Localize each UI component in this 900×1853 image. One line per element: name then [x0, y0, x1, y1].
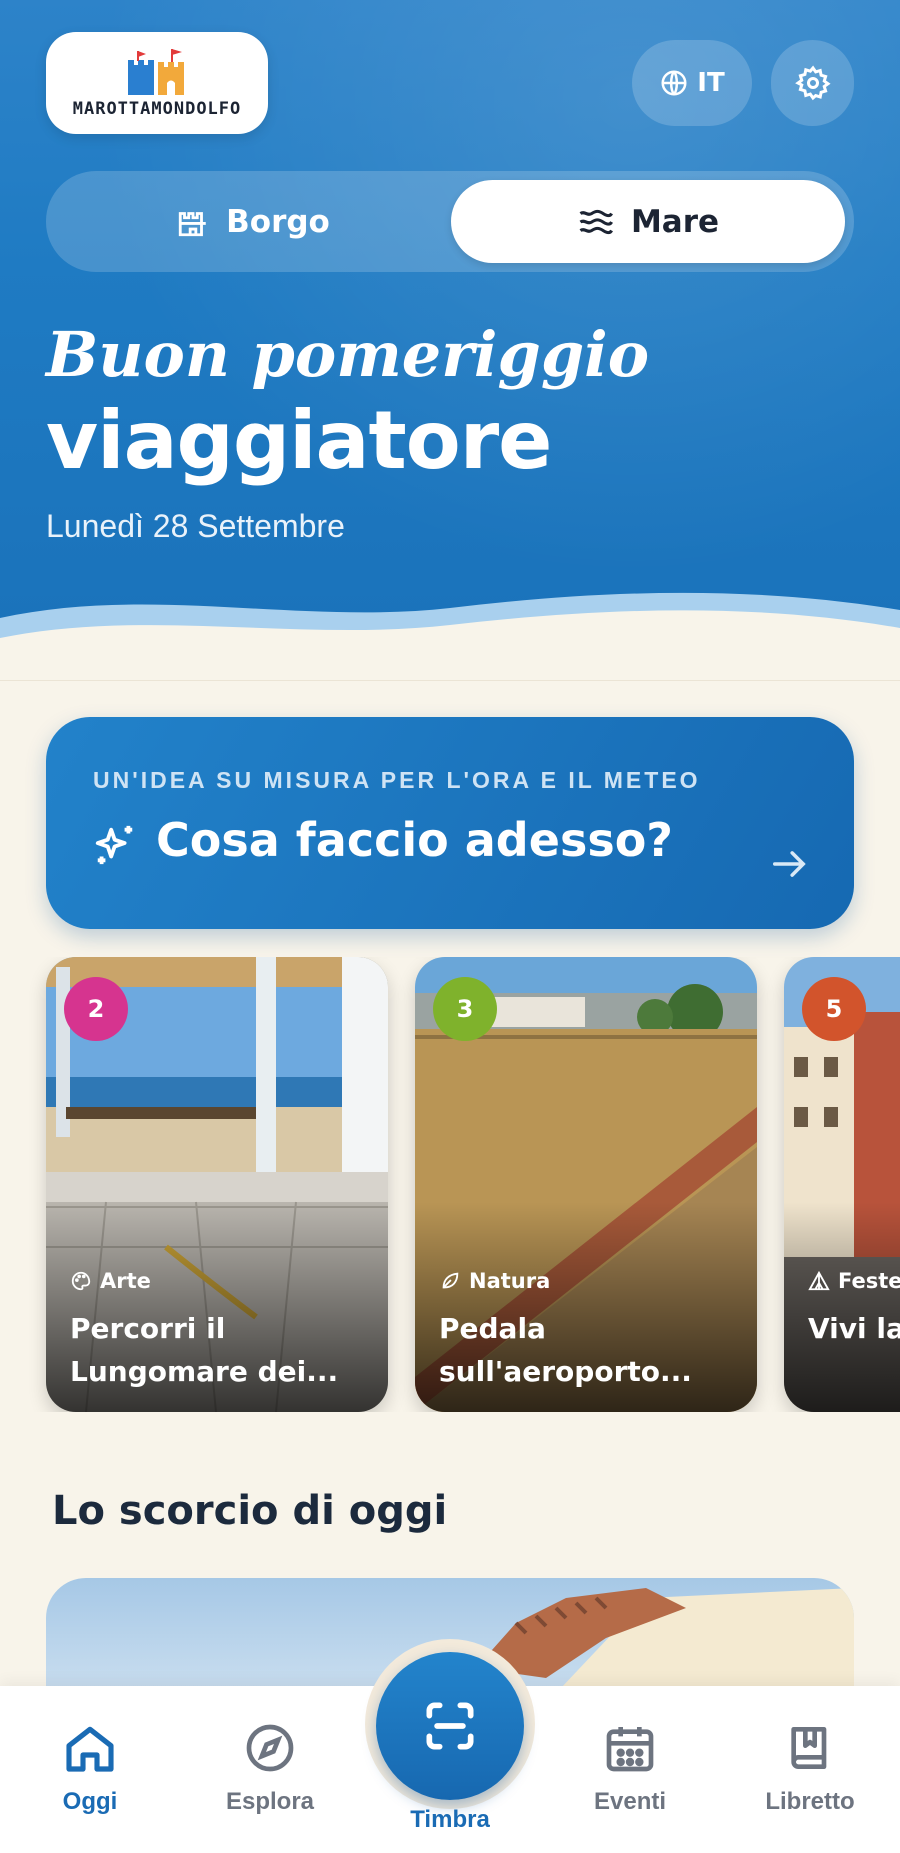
card-category: Arte: [70, 1269, 151, 1293]
calendar-icon: [606, 1727, 654, 1772]
greeting-line2: viaggiatore: [46, 394, 552, 487]
toggle-borgo-label: Borgo: [226, 203, 330, 240]
card-category-label: Feste: [838, 1269, 900, 1293]
card-category: Feste: [808, 1269, 900, 1293]
scan-icon: [426, 1702, 474, 1750]
compass-icon: [246, 1724, 294, 1772]
sparkles-icon: [95, 825, 133, 865]
suggestion-card[interactable]: 3 Natura Pedala sull'aeroporto...: [415, 957, 757, 1412]
idea-card[interactable]: UN'IDEA SU MISURA PER L'ORA E IL METEO C…: [46, 717, 854, 929]
app-logo[interactable]: MAROTTAMONDOLFO: [46, 32, 268, 134]
greeting-line1: Buon pomeriggio: [46, 318, 650, 391]
home-icon: [66, 1726, 114, 1772]
nav-libretto[interactable]: Libretto: [740, 1720, 880, 1816]
gear-icon: [794, 65, 831, 101]
language-label: IT: [697, 68, 725, 98]
wave-decoration: [0, 592, 900, 660]
nav-esplora[interactable]: Esplora: [200, 1720, 340, 1816]
leaf-icon: [442, 1272, 459, 1289]
toggle-mare-label: Mare: [630, 203, 720, 240]
nav-timbra-label: Timbra: [410, 1806, 490, 1833]
nav-label: Oggi: [62, 1788, 118, 1815]
card-title: Pedala sull'aeroporto...: [439, 1312, 692, 1388]
card-number-badge: 2: [64, 977, 128, 1041]
idea-kicker: UN'IDEA SU MISURA PER L'ORA E IL METEO: [93, 767, 701, 793]
card-title: Vivi la Marotta...: [808, 1312, 900, 1345]
suggestion-card[interactable]: 2 Arte Percorri il Lungomare dei...: [46, 957, 388, 1412]
globe-icon: [661, 70, 687, 96]
waves-icon: [579, 209, 613, 234]
tent-icon: [808, 1270, 830, 1291]
logo-text: MAROTTAMONDOLFO: [72, 99, 242, 119]
nav-label: Esplora: [225, 1788, 315, 1815]
card-number-badge: 3: [433, 977, 497, 1041]
nav-label: Eventi: [593, 1788, 667, 1815]
arrow-right-icon: [773, 851, 806, 877]
greeting-date: Lunedì 28 Settembre: [46, 508, 345, 544]
nav-label: Libretto: [765, 1788, 855, 1815]
castle-icon: [178, 211, 206, 236]
card-category: Natura: [439, 1269, 550, 1293]
nav-oggi[interactable]: Oggi: [20, 1720, 160, 1816]
toggle-borgo[interactable]: Borgo: [56, 180, 450, 263]
card-title: Percorri il Lungomare dei...: [70, 1312, 339, 1388]
book-icon: [791, 1727, 827, 1769]
card-category-label: Natura: [469, 1269, 551, 1293]
card-category-label: Arte: [100, 1269, 151, 1293]
idea-title: Cosa faccio adesso?: [156, 813, 673, 867]
section-title: Lo scorcio di oggi: [52, 1488, 448, 1534]
suggestion-card[interactable]: 5 Feste Vivi la Marotta...: [784, 957, 900, 1412]
nav-timbra-button[interactable]: [376, 1652, 524, 1800]
suggestions-carousel[interactable]: 2 Arte Percorri il Lungomare dei... 3 Na…: [0, 957, 900, 1412]
card-number-badge: 5: [802, 977, 866, 1041]
settings-button[interactable]: [771, 40, 854, 126]
nav-eventi[interactable]: Eventi: [560, 1720, 700, 1816]
language-button[interactable]: IT: [632, 40, 752, 126]
palette-icon: [71, 1271, 91, 1291]
divider: [0, 680, 900, 681]
castle-logo-icon: [128, 49, 184, 95]
mode-toggle: Borgo Mare: [46, 171, 854, 272]
toggle-mare[interactable]: Mare: [451, 180, 845, 263]
